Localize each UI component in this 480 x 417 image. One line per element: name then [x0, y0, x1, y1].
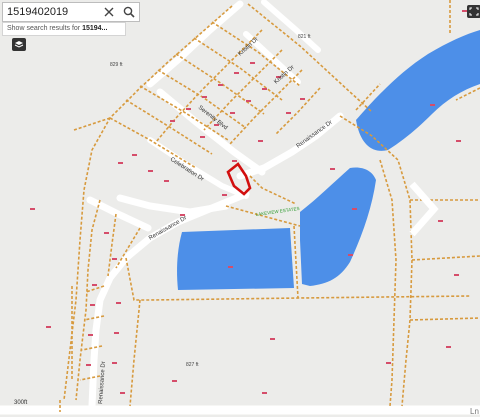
scale-bar-label: 300ft [14, 400, 28, 406]
layers-icon [14, 41, 24, 48]
search-box [2, 2, 140, 22]
water-pond-west [177, 228, 294, 290]
search-input[interactable] [3, 3, 99, 21]
next-arrow-button[interactable] [406, 180, 440, 238]
search-icon[interactable] [119, 3, 139, 21]
close-icon[interactable] [99, 3, 119, 21]
suggestion-prefix: Show search results for [7, 25, 83, 32]
bottom-road-label: Ln [470, 407, 479, 416]
suggestion-term: 15194... [82, 25, 108, 32]
chevron-right-icon [409, 181, 439, 237]
elevation-label: 827 ft [186, 362, 199, 368]
elevation-label: 821 ft [298, 34, 311, 40]
expand-icon [469, 7, 479, 16]
elevation-label: 829 ft [110, 62, 123, 68]
layers-button[interactable] [12, 38, 26, 51]
expand-button[interactable] [467, 5, 480, 18]
search-suggestion[interactable]: Show search results for 15194... [2, 22, 126, 36]
